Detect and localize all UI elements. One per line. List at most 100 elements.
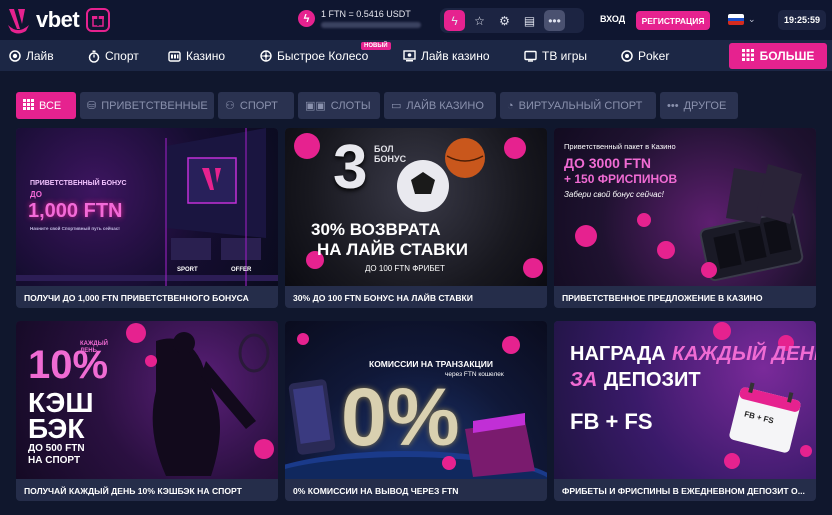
login-button[interactable]: ВХОД — [600, 14, 625, 24]
stopwatch-icon — [87, 50, 100, 63]
more-dots-icon[interactable]: ••• — [544, 10, 565, 31]
promo-art-text: 0% — [341, 372, 460, 463]
nav-item-label: ТВ игры — [542, 49, 588, 63]
promo-art-text: Забери свой бонус сейчас! — [564, 190, 664, 199]
promo-art — [294, 133, 543, 278]
filter-label: ВИРТУАЛЬНЫЙ СПОРТ — [518, 99, 643, 112]
promo-banner: НАГРАДА КАЖДЫЙ ДЕНЬ ЗА ДЕПОЗИТ FB + FS F… — [554, 321, 816, 479]
filter-label: СПОРТ — [239, 99, 278, 112]
promo-art-text: 30% ВОЗВРАТА — [311, 220, 441, 239]
promo-card[interactable]: ПРИВЕТСТВЕННЫЙ БОНУС ДО 1,000 FTN Начнит… — [16, 128, 278, 308]
main-nav: Лайв Спорт Казино Быстрое Колесо Лайв ка… — [0, 40, 832, 71]
register-button[interactable]: РЕГИСТРАЦИЯ — [636, 11, 710, 30]
promo-title: 30% ДО 100 FTN БОНУС НА ЛАЙВ СТАВКИ — [293, 293, 473, 303]
promo-art-text: ДО 3000 FTN — [564, 155, 652, 171]
promo-art-text: БОЛ — [374, 144, 394, 154]
promo-art-text: + 150 ФРИСПИНОВ — [564, 172, 678, 186]
nav-item-sport[interactable]: Спорт — [87, 49, 139, 63]
wheel-icon — [259, 50, 272, 63]
nav-item-tv-games[interactable]: ТВ игры — [524, 49, 587, 63]
promo-art-text: Начните свой Спортивный путь сейчас! — [30, 226, 120, 231]
promo-art-text: БОНУС — [374, 154, 407, 164]
promo-art-text: ПРИВЕТСТВЕННЫЙ БОНУС — [30, 180, 127, 187]
filter-label: ПРИВЕТСТВЕННЫЕ — [101, 99, 208, 112]
filter-other[interactable]: ••• ДРУГОЕ — [660, 92, 738, 119]
promo-art-text: 1,000 FTN — [28, 200, 123, 222]
russia-flag-icon — [728, 14, 744, 25]
nav-item-poker[interactable]: Poker — [620, 49, 669, 63]
filter-label: ВСЕ — [39, 99, 62, 112]
promo-card[interactable]: Приветственный пакет в Казино ДО 3000 FT… — [554, 128, 816, 308]
ftn-coin-icon: ϟ — [298, 10, 315, 27]
virtual-sport-icon: ◔ — [507, 99, 514, 112]
filter-all[interactable]: ВСЕ — [16, 92, 76, 119]
promo-banner: ПРИВЕТСТВЕННЫЙ БОНУС ДО 1,000 FTN Начнит… — [16, 128, 278, 286]
nav-item-label: Спорт — [105, 49, 139, 63]
filter-label: ЛАЙВ КАЗИНО — [406, 99, 484, 112]
vbet-logo-icon — [8, 9, 29, 34]
gift-icon[interactable] — [86, 8, 111, 32]
promo-banner: 3 БОЛ БОНУС 30% ВОЗВРАТА НА ЛАЙВ СТАВКИ … — [285, 128, 547, 286]
promo-title: ПОЛУЧИ ДО 1,000 FTN ПРИВЕТСТВЕННОГО БОНУ… — [24, 293, 249, 303]
promo-art-text: ДЕПОЗИТ — [604, 369, 701, 391]
nav-item-label: Poker — [638, 49, 670, 63]
star-icon[interactable]: ☆ — [469, 10, 490, 31]
filter-slots[interactable]: ▣▣ СЛОТЫ — [298, 92, 380, 119]
promo-card[interactable]: НАГРАДА КАЖДЫЙ ДЕНЬ ЗА ДЕПОЗИТ FB + FS F… — [554, 321, 816, 501]
live-casino-icon: ▭ — [391, 100, 402, 112]
live-icon — [8, 50, 21, 63]
filter-virtual-sport[interactable]: ◔ ВИРТУАЛЬНЫЙ СПОРТ — [500, 92, 656, 119]
promo-art-text: БЭК — [28, 413, 85, 444]
filter-welcome[interactable]: ⛁ ПРИВЕТСТВЕННЫЕ — [80, 92, 214, 119]
tv-icon — [524, 50, 537, 63]
gear-icon[interactable]: ⚙ — [494, 10, 515, 31]
promo-art-text: ЗА — [570, 369, 598, 391]
rate-text: 1 FTN = 0.5416 USDT — [321, 9, 411, 19]
more-button[interactable]: БОЛЬШЕ — [729, 43, 827, 69]
nav-item-live-casino[interactable]: Лайв казино — [403, 49, 490, 63]
nav-item-label: Быстрое Колесо — [277, 49, 369, 63]
grid-icon — [741, 48, 754, 64]
promo-art-text: ДО — [30, 190, 42, 199]
logo[interactable]: vbet — [6, 6, 111, 34]
promo-banner: КОМИССИИ НА ТРАНЗАКЦИИ через FTN кошелек… — [285, 321, 547, 479]
poker-chip-icon — [620, 50, 633, 63]
nav-item-label: Казино — [186, 49, 226, 63]
grid-icon — [23, 98, 34, 113]
promo-banner: Приветственный пакет в Казино ДО 3000 FT… — [554, 128, 816, 286]
promo-banner: КАЖДЫЙ ДЕНЬ 10% КЭШ БЭК ДО 500 FTN НА СП… — [16, 321, 278, 479]
nav-item-live[interactable]: Лайв — [8, 49, 54, 63]
top-bar: vbet ϟ 1 FTN = 0.5416 USDT ϟ ☆ ⚙ ▤ ••• В… — [0, 0, 832, 40]
filter-label: СЛОТЫ — [330, 99, 371, 112]
promo-art-text: 10% — [28, 343, 109, 387]
document-icon[interactable]: ▤ — [519, 10, 540, 31]
ftn-lightning-icon[interactable]: ϟ — [444, 10, 465, 31]
promo-card[interactable]: 3 БОЛ БОНУС 30% ВОЗВРАТА НА ЛАЙВ СТАВКИ … — [285, 128, 547, 308]
promo-card[interactable]: КАЖДЫЙ ДЕНЬ 10% КЭШ БЭК ДО 500 FTN НА СП… — [16, 321, 278, 501]
promo-art-text: SPORT — [177, 267, 198, 273]
new-badge: НОВЫЙ — [361, 42, 391, 50]
chevron-down-icon: ⌄ — [748, 14, 756, 24]
ftn-rate: ϟ 1 FTN = 0.5416 USDT — [298, 9, 421, 28]
promo-art-text: Приветственный пакет в Казино — [564, 142, 676, 151]
filter-live-casino[interactable]: ▭ ЛАЙВ КАЗИНО — [384, 92, 496, 119]
filter-sport[interactable]: ⚇ СПОРТ — [218, 92, 294, 119]
live-casino-icon — [403, 50, 416, 63]
promo-art-text: OFFER — [231, 267, 252, 273]
promo-title: 0% КОМИССИИ НА ВЫВОД ЧЕРЕЗ FTN — [293, 486, 459, 496]
header-tools: ϟ ☆ ⚙ ▤ ••• — [440, 8, 584, 33]
nav-item-label: Лайв казино — [421, 49, 490, 63]
more-label: БОЛЬШЕ — [759, 49, 815, 63]
slots-icon: ▣▣ — [305, 100, 326, 112]
sport-icon: ⚇ — [225, 100, 235, 112]
promo-art-text: FB + FS — [570, 409, 653, 434]
promo-card[interactable]: КОМИССИИ НА ТРАНЗАКЦИИ через FTN кошелек… — [285, 321, 547, 501]
nav-item-casino[interactable]: Казино — [168, 49, 225, 63]
promo-title: ПРИВЕТСТВЕННОЕ ПРЕДЛОЖЕНИЕ В КАЗИНО — [562, 293, 763, 303]
nav-item-fast-wheel[interactable]: Быстрое Колесо — [259, 49, 368, 63]
promo-art-text: НА ЛАЙВ СТАВКИ — [317, 240, 469, 259]
clock: 19:25:59 — [778, 10, 826, 30]
promo-art-text: НАГРАДА — [570, 343, 666, 365]
language-selector[interactable]: ⌄ — [728, 14, 756, 25]
promo-art — [575, 164, 804, 282]
